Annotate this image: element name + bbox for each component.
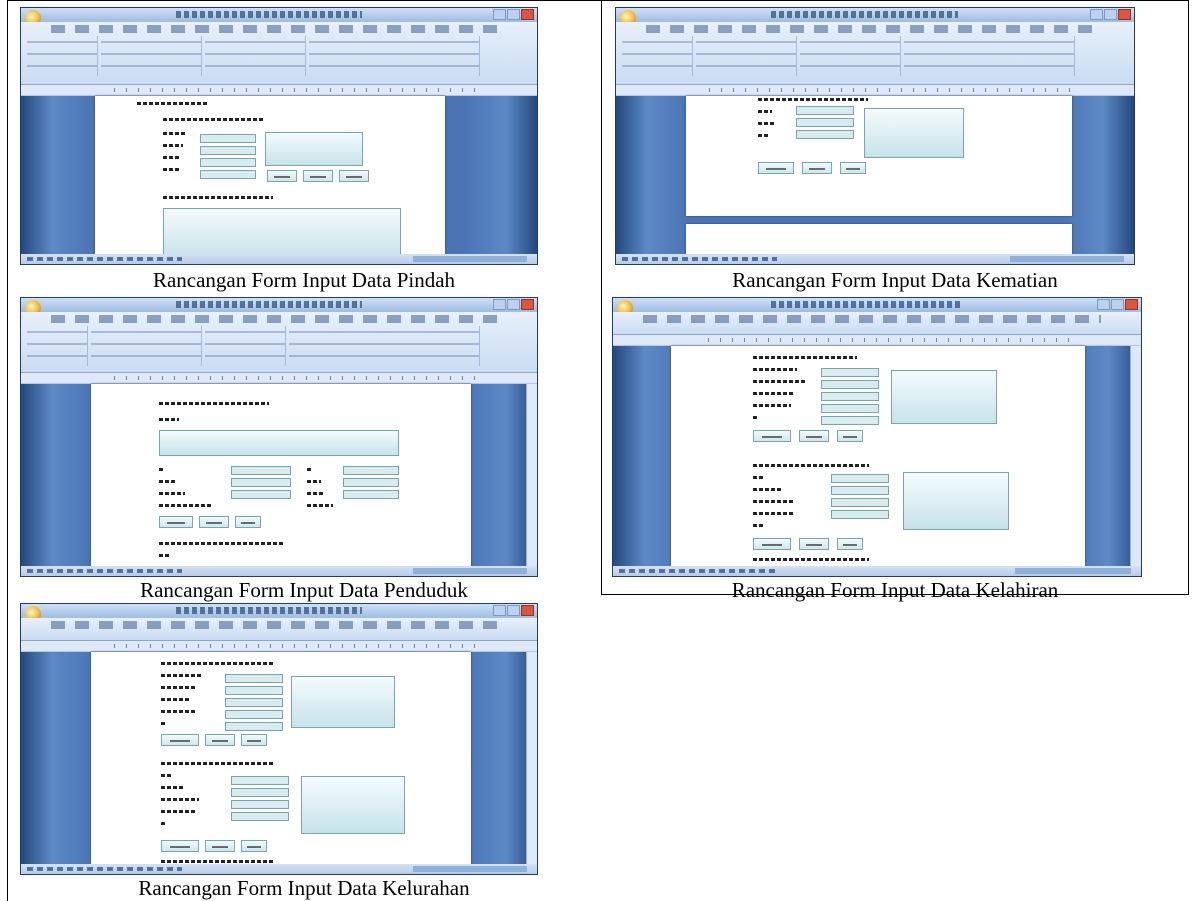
document-page (686, 224, 1072, 256)
ribbon (21, 618, 537, 641)
status-bar (21, 864, 537, 874)
table-border-right (1188, 0, 1189, 595)
maximize-icon (507, 9, 520, 20)
close-icon (521, 9, 534, 20)
minimize-icon (1090, 9, 1103, 20)
status-bar (21, 566, 537, 576)
table-border-left (7, 0, 8, 901)
figure-caption: Rancangan Form Input Data Penduduk (140, 578, 468, 602)
close-icon (1118, 9, 1131, 20)
word-window-screenshot (20, 297, 538, 577)
maximize-icon (507, 299, 520, 310)
figure-caption: Rancangan Form Input Data Kematian (732, 268, 1058, 292)
ribbon (616, 22, 1134, 85)
maximize-icon (1111, 299, 1124, 310)
document-page (686, 96, 1072, 216)
word-window-screenshot (20, 7, 538, 265)
table-border-top (7, 0, 1189, 1)
ribbon (21, 312, 537, 373)
ribbon (21, 22, 537, 85)
status-bar (613, 566, 1141, 576)
status-bar (21, 254, 537, 264)
close-icon (1125, 299, 1138, 310)
minimize-icon (493, 299, 506, 310)
table-border-middle (601, 0, 602, 595)
minimize-icon (493, 605, 506, 616)
minimize-icon (1097, 299, 1110, 310)
word-window-screenshot (615, 7, 1135, 265)
close-icon (521, 605, 534, 616)
close-icon (521, 299, 534, 310)
document-page (95, 96, 445, 264)
minimize-icon (493, 9, 506, 20)
document-page (91, 652, 471, 866)
word-window-screenshot (612, 297, 1142, 577)
document-page (671, 346, 1085, 568)
maximize-icon (1104, 9, 1117, 20)
word-window-screenshot (20, 603, 538, 875)
figure-caption: Rancangan Form Input Data Kelurahan (138, 876, 470, 900)
ribbon (613, 312, 1141, 335)
figure-caption: Rancangan Form Input Data Kelahiran (731, 578, 1059, 602)
maximize-icon (507, 605, 520, 616)
document-page (91, 384, 471, 568)
status-bar (616, 254, 1134, 264)
figure-caption: Rancangan Form Input Data Pindah (152, 268, 456, 292)
